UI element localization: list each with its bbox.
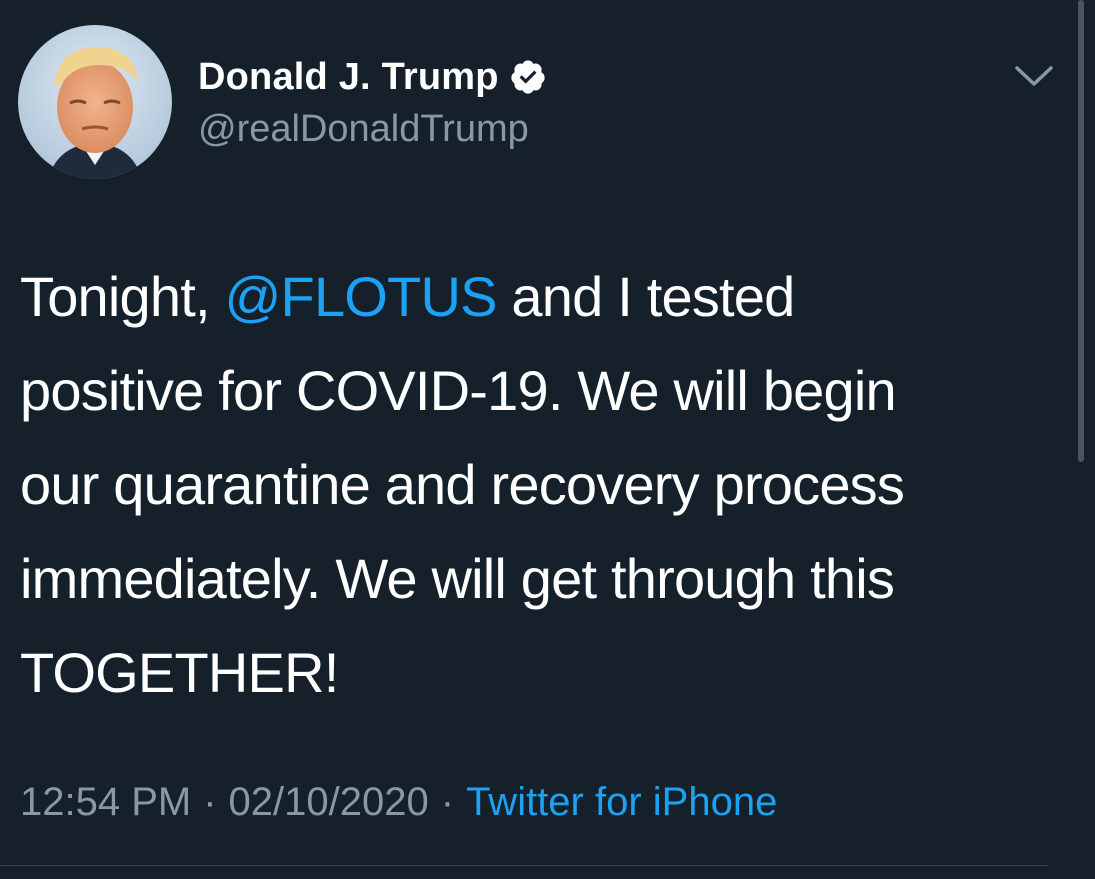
display-name[interactable]: Donald J. Trump [198,56,499,99]
tweet-metadata: 12:54 PM · 02/10/2020 · Twitter for iPhone [20,780,777,825]
avatar[interactable] [18,25,172,179]
tweet-line: positive for COVID-19. We will begin [20,359,897,422]
separator: · [203,780,217,824]
divider [0,865,1048,866]
tweet-time: 12:54 PM [20,780,192,824]
tweet-line: immediately. We will get through this [20,547,895,610]
tweet-line: our quarantine and recovery process [20,453,905,516]
tweet-text-segment: Tonight, [20,265,225,328]
scrollbar[interactable] [1078,0,1084,462]
verified-badge-icon [511,60,545,94]
separator: · [440,780,455,824]
tweet-line: Tonight, @FLOTUS and I tested [20,250,1070,344]
author-name-row[interactable]: Donald J. Trump [198,52,547,102]
tweet-text: Tonight, @FLOTUS and I tested positive f… [20,250,1070,720]
tweet-source-link[interactable]: Twitter for iPhone [466,780,777,824]
chevron-down-icon[interactable] [1013,62,1055,90]
handle[interactable]: @realDonaldTrump [198,108,529,151]
tweet-line: TOGETHER! [20,641,339,704]
mention-link[interactable]: @FLOTUS [225,265,498,328]
avatar-image [18,25,172,179]
tweet-date: 02/10/2020 [228,780,429,824]
tweet-detail: Donald J. Trump @realDonaldTrump Tonight… [0,0,1095,879]
tweet-text-segment: and I tested [496,265,795,328]
